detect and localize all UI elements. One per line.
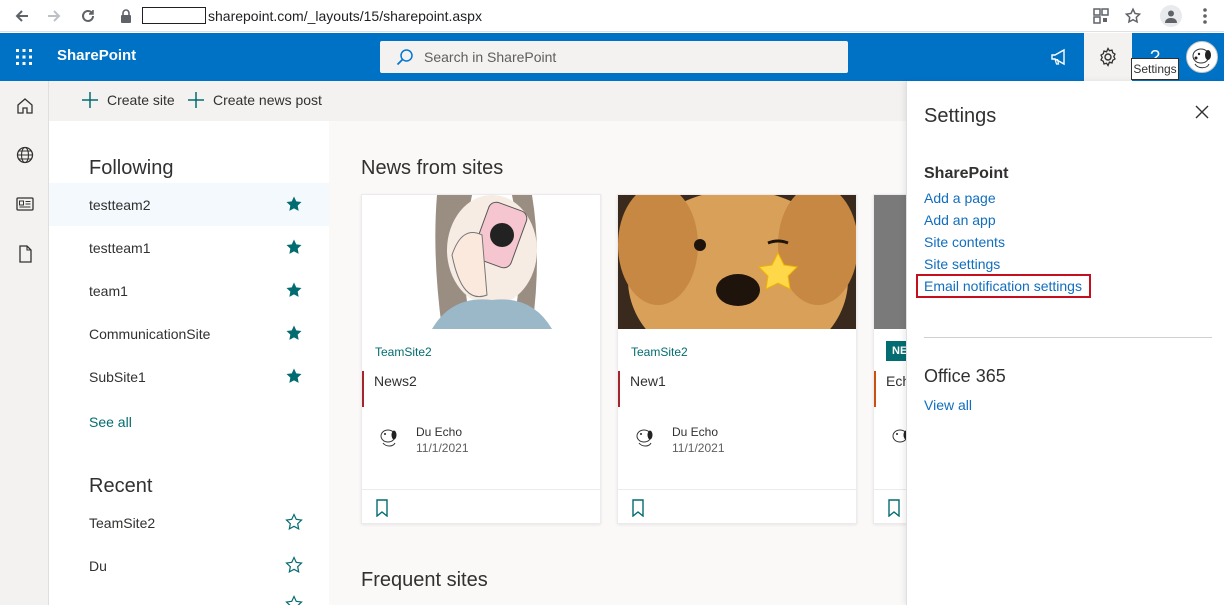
following-item[interactable]: testteam2 bbox=[49, 183, 329, 226]
following-title: Following bbox=[89, 157, 174, 179]
search-icon bbox=[396, 48, 414, 66]
menu-dots-icon[interactable] bbox=[1194, 5, 1216, 27]
create-site-label: Create site bbox=[107, 92, 175, 108]
star-filled-icon[interactable] bbox=[285, 195, 303, 213]
globe-icon[interactable] bbox=[14, 144, 36, 166]
add-app-link[interactable]: Add an app bbox=[924, 212, 996, 228]
qr-icon[interactable] bbox=[1090, 5, 1112, 27]
news-thumbnail bbox=[362, 195, 600, 329]
recent-item-label: TeamSite2 bbox=[89, 514, 156, 531]
star-filled-icon[interactable] bbox=[285, 324, 303, 342]
following-item[interactable]: CommunicationSite bbox=[49, 312, 329, 355]
plus-icon bbox=[82, 92, 98, 108]
following-item[interactable]: team1 bbox=[49, 269, 329, 312]
lock-icon bbox=[120, 9, 132, 23]
gear-icon bbox=[1098, 47, 1118, 67]
add-page-link[interactable]: Add a page bbox=[924, 190, 996, 206]
star-outline-icon[interactable] bbox=[285, 556, 303, 574]
bookmark-icon[interactable] bbox=[374, 499, 390, 517]
news-headline[interactable]: New1 bbox=[630, 373, 666, 389]
following-item[interactable]: testteam1 bbox=[49, 226, 329, 269]
star-outline-icon[interactable] bbox=[285, 513, 303, 531]
star-filled-icon[interactable] bbox=[285, 367, 303, 385]
following-item-label: testteam2 bbox=[89, 196, 151, 213]
avatar[interactable] bbox=[1186, 41, 1218, 73]
frequent-title: Frequent sites bbox=[361, 569, 488, 591]
browser-toolbar: sharepoint.com/_layouts/15/sharepoint.as… bbox=[0, 0, 1224, 32]
settings-tooltip: Settings bbox=[1131, 58, 1179, 80]
command-bar: Create site Create news post bbox=[49, 81, 906, 121]
app-launcher-icon[interactable] bbox=[12, 45, 36, 69]
following-panel: Following testteam2 testteam1 team1 Comm… bbox=[49, 121, 329, 605]
search-box[interactable]: Search in SharePoint bbox=[380, 41, 848, 73]
news-date: 11/1/2021 bbox=[416, 441, 469, 455]
news-accent-bar bbox=[618, 371, 620, 407]
redacted-domain bbox=[142, 7, 206, 24]
bookmark-icon[interactable] bbox=[630, 499, 646, 517]
view-all-link[interactable]: View all bbox=[924, 397, 972, 413]
create-news-button[interactable]: Create news post bbox=[187, 91, 322, 109]
create-site-button[interactable]: Create site bbox=[81, 91, 175, 109]
sharepoint-heading: SharePoint bbox=[924, 165, 1009, 182]
megaphone-icon[interactable] bbox=[1048, 45, 1072, 69]
recent-item[interactable] bbox=[49, 587, 329, 605]
news-accent-bar bbox=[362, 371, 364, 407]
star-filled-icon[interactable] bbox=[285, 238, 303, 256]
news-headline[interactable]: News2 bbox=[374, 373, 417, 389]
star-outline-icon[interactable] bbox=[285, 595, 303, 605]
document-icon[interactable] bbox=[14, 243, 36, 265]
address-bar[interactable]: sharepoint.com/_layouts/15/sharepoint.as… bbox=[114, 3, 1074, 29]
author-avatar bbox=[374, 421, 406, 453]
following-item[interactable]: SubSite1 bbox=[49, 355, 329, 398]
following-item-label: CommunicationSite bbox=[89, 325, 211, 342]
news-site-label[interactable]: TeamSite2 bbox=[375, 345, 432, 359]
news-card[interactable]: TeamSite2 New1 Du Echo 11/1/2021 bbox=[617, 194, 857, 524]
news-card[interactable]: TeamSite2 News2 Du Echo 11/1/2021 bbox=[361, 194, 601, 524]
close-icon[interactable] bbox=[1193, 103, 1211, 121]
see-all-link[interactable]: See all bbox=[89, 414, 132, 430]
following-item-label: team1 bbox=[89, 282, 128, 299]
news-thumbnail bbox=[618, 195, 856, 329]
news-author[interactable]: Du Echo bbox=[672, 425, 718, 439]
recent-title: Recent bbox=[89, 475, 153, 497]
site-settings-link[interactable]: Site settings bbox=[924, 256, 1000, 272]
home-icon[interactable] bbox=[14, 95, 36, 117]
star-filled-icon[interactable] bbox=[285, 281, 303, 299]
settings-panel: Settings SharePoint Add a page Add an ap… bbox=[906, 81, 1224, 605]
main-content: News from sites TeamSite2 News2 Du Echo … bbox=[329, 121, 1113, 605]
news-site-label[interactable]: TeamSite2 bbox=[631, 345, 688, 359]
brand-title[interactable]: SharePoint bbox=[57, 47, 136, 64]
news-accent-bar bbox=[874, 371, 876, 407]
news-icon[interactable] bbox=[14, 193, 36, 215]
news-author[interactable]: Du Echo bbox=[416, 425, 462, 439]
suite-bar: SharePoint Search in SharePoint ? bbox=[0, 33, 1224, 81]
plus-icon bbox=[188, 92, 204, 108]
site-contents-link[interactable]: Site contents bbox=[924, 234, 1005, 250]
search-placeholder: Search in SharePoint bbox=[424, 49, 557, 65]
forward-icon[interactable] bbox=[42, 4, 66, 28]
email-notification-settings-link[interactable]: Email notification settings bbox=[924, 278, 1082, 294]
card-divider bbox=[618, 489, 856, 490]
following-item-label: SubSite1 bbox=[89, 368, 146, 385]
left-rail bbox=[0, 81, 49, 605]
back-icon[interactable] bbox=[10, 4, 34, 28]
reload-icon[interactable] bbox=[76, 4, 100, 28]
following-item-label: testteam1 bbox=[89, 239, 151, 256]
recent-item[interactable]: TeamSite2 bbox=[49, 501, 329, 544]
news-title: News from sites bbox=[361, 157, 504, 179]
settings-divider bbox=[924, 337, 1212, 338]
settings-button[interactable] bbox=[1084, 33, 1132, 81]
office-heading: Office 365 bbox=[924, 366, 1006, 386]
url-text: sharepoint.com/_layouts/15/sharepoint.as… bbox=[208, 8, 482, 24]
news-date: 11/1/2021 bbox=[672, 441, 725, 455]
bookmark-icon[interactable] bbox=[886, 499, 902, 517]
author-avatar bbox=[630, 421, 662, 453]
recent-item[interactable]: Du bbox=[49, 544, 329, 587]
recent-item-label: Du bbox=[89, 557, 107, 574]
card-divider bbox=[362, 489, 600, 490]
profile-icon[interactable] bbox=[1160, 5, 1182, 27]
settings-title: Settings bbox=[924, 105, 997, 127]
bookmark-star-icon[interactable] bbox=[1122, 5, 1144, 27]
create-news-label: Create news post bbox=[213, 92, 322, 108]
